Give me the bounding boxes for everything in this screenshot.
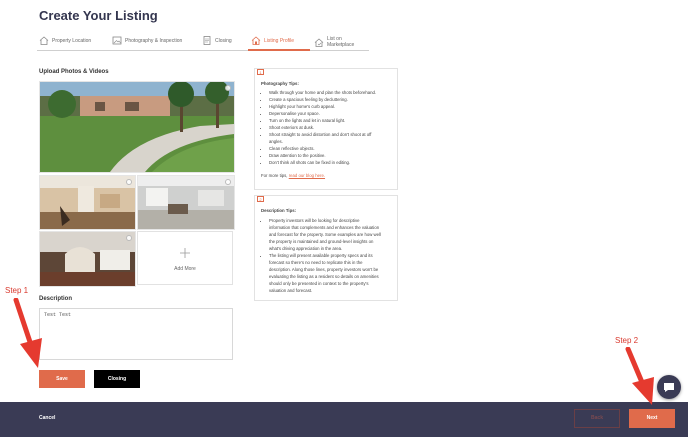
profile-icon: [251, 36, 261, 45]
photo-menu-icon[interactable]: [126, 179, 132, 185]
house-icon: [39, 36, 49, 45]
photography-tips-list: Walk through your home and plan the shot…: [259, 89, 376, 166]
save-button[interactable]: Save: [39, 370, 85, 388]
plus-icon: [180, 248, 190, 258]
step2-annotation: Step 2: [615, 336, 639, 345]
photography-tips-card: 1 Photography Tips: Walk through your ho…: [254, 68, 398, 190]
photo-exterior-image: [40, 82, 234, 172]
back-button[interactable]: Back: [574, 409, 620, 428]
photo-interior-1[interactable]: [39, 175, 136, 230]
tip-line: and forecast for the property. Some exam…: [269, 232, 381, 237]
tip-line: information that complements and enhance…: [269, 225, 380, 230]
upload-label: Upload Photos & Videos: [39, 69, 109, 75]
tab-label: Closing: [215, 37, 232, 44]
photo-exterior[interactable]: [39, 81, 235, 173]
step1-annotation: Step 1: [5, 286, 29, 295]
tab-closing[interactable]: Closing: [202, 36, 232, 45]
photo-icon: [112, 36, 122, 45]
tab-label: Property Location: [52, 37, 92, 44]
tab-property-location[interactable]: Property Location: [39, 36, 91, 45]
tip-line: The listing will present available prope…: [269, 253, 373, 258]
step-number-badge: 1: [257, 69, 264, 75]
tip-line: description. Along those lines, property…: [269, 267, 379, 272]
active-tab-indicator: [248, 49, 310, 51]
photo-menu-icon[interactable]: [126, 235, 132, 241]
description-tips-heading: Description Tips:: [261, 208, 297, 213]
tip-item: Clean reflective objects.: [269, 145, 376, 152]
tip-item: Shoot straight to avoid distortion and d…: [269, 131, 376, 138]
page-title: Create Your Listing: [39, 8, 158, 23]
photo-menu-icon[interactable]: [225, 85, 231, 91]
tab-listing-profile[interactable]: Listing Profile: [251, 36, 294, 45]
tip-item: Shoot exteriors at dusk.: [269, 124, 376, 131]
photo-interior-3[interactable]: [39, 231, 136, 287]
blog-link[interactable]: read our blog here.: [289, 173, 325, 178]
tips-footer: For more tips, read our blog here.: [261, 172, 325, 179]
closing-button[interactable]: Closing: [94, 370, 140, 388]
tip-line: should only be presented in context to t…: [269, 281, 369, 286]
tip-item: Draw attention to the positive.: [269, 152, 376, 159]
photography-tips-heading: Photography Tips:: [261, 81, 299, 86]
description-tips-list: Property investors will be looking for d…: [259, 217, 381, 294]
chat-icon: [664, 383, 674, 392]
tip-line: the property is maintained and ground-le…: [269, 239, 374, 244]
tab-list-on-marketplace[interactable]: List on Marketplace: [314, 36, 369, 48]
description-textarea[interactable]: Test Test: [39, 308, 233, 360]
progress-tabs: Property Location Photography & Inspecti…: [37, 36, 369, 52]
step1-arrow-icon: [13, 298, 42, 368]
tip-line: valuation and forecast.: [269, 288, 313, 293]
photo-interior-2[interactable]: [137, 175, 235, 230]
tips-footer-text: For more tips,: [261, 173, 288, 178]
photo-menu-icon[interactable]: [225, 179, 231, 185]
tab-label: List on Marketplace: [327, 36, 355, 48]
chat-widget[interactable]: [657, 375, 681, 399]
tip-line: Property investors will be looking for d…: [269, 218, 360, 223]
add-more-label: Add More: [174, 266, 196, 272]
description-tips-card: 2 Description Tips: Property investors w…: [254, 195, 398, 301]
add-more-photos[interactable]: Add More: [137, 231, 233, 285]
tip-line: forecast so there's no need to replicate…: [269, 260, 363, 265]
step2-arrow-icon: [625, 347, 654, 405]
next-button[interactable]: Next: [629, 409, 675, 428]
photo-interior-1-image: [40, 176, 135, 229]
marketplace-icon: [314, 37, 324, 47]
tip-item: Highlight your home's curb appeal.: [269, 103, 376, 110]
document-icon: [202, 36, 212, 45]
footer-bar: Cancel Back Next: [0, 402, 688, 437]
tip-item: Turn on the lights and let in natural li…: [269, 117, 376, 124]
tip-item: Walk through your home and plan the shot…: [269, 89, 376, 96]
tip-item: Depersonalise your space.: [269, 110, 376, 117]
tab-photography-inspection[interactable]: Photography & Inspection: [112, 36, 182, 45]
tip-item-continued: angles.: [269, 139, 283, 144]
tab-label: Listing Profile: [264, 37, 295, 44]
tip-line: what's driving appreciation in the area.: [269, 246, 343, 251]
photo-interior-3-image: [40, 232, 135, 286]
tip-line: evaluating the listing as a resident so …: [269, 274, 379, 279]
description-tip-item: Property investors will be looking for d…: [269, 217, 381, 252]
step-number-badge: 2: [257, 196, 264, 202]
tip-item: Don't think all shots can be fixed in ed…: [269, 159, 376, 166]
cancel-button[interactable]: Cancel: [39, 415, 55, 421]
tab-label: Photography & Inspection: [125, 37, 183, 44]
description-tip-item: The listing will present available prope…: [269, 252, 381, 294]
photo-interior-2-image: [138, 176, 234, 229]
tip-item: Create a spacious feeling by declutterin…: [269, 96, 376, 103]
tabs-divider: [37, 49, 369, 51]
